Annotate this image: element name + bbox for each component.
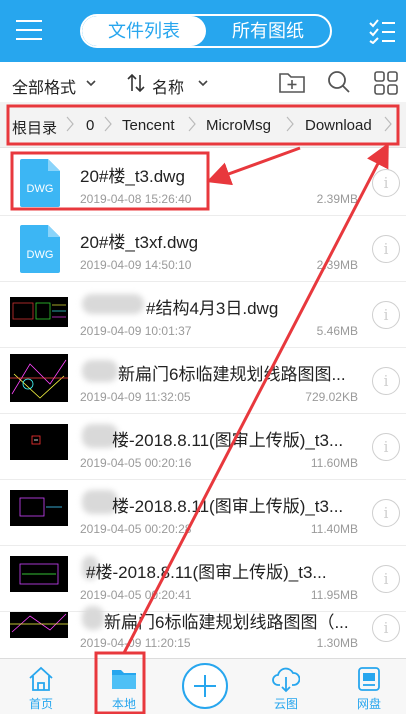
add-button[interactable]: [182, 663, 228, 709]
info-icon[interactable]: i: [372, 565, 400, 593]
file-date: 2019-04-05 00:20:16: [80, 456, 192, 470]
chevron-right-icon: [104, 116, 112, 132]
file-date: 2019-04-05 00:20:41: [80, 588, 192, 602]
file-name: 新扁门6标临建规划线路图图（...: [104, 613, 349, 632]
chevron-down-icon[interactable]: [86, 80, 96, 87]
file-date: 2019-04-05 00:20:28: [80, 522, 192, 536]
info-icon[interactable]: i: [372, 235, 400, 263]
breadcrumb-download[interactable]: Download: [305, 117, 372, 134]
file-name: 楼-2018.8.11(图审上传版)_t3...: [112, 431, 344, 450]
file-date: 2019-04-09 14:50:10: [80, 258, 192, 272]
file-row[interactable]: #楼-2018.8.11(图审上传版)_t3... 2019-04-05 00:…: [0, 546, 406, 612]
sort-by-label[interactable]: 名称: [152, 74, 184, 98]
chevron-right-icon: [188, 116, 196, 132]
file-size: 11.40MB: [310, 522, 358, 536]
file-row[interactable]: #结构4月3日.dwg 2019-04-09 10:01:37 5.46MB i: [0, 282, 406, 348]
file-name: #楼-2018.8.11(图审上传版)_t3...: [86, 563, 327, 582]
blurred-region: [82, 606, 104, 630]
file-row[interactable]: 新扁门6标临建规划线路图图（... 2019-04-09 11:20:15 1.…: [0, 606, 406, 658]
breadcrumb-micromsg[interactable]: MicroMsg: [206, 117, 271, 134]
nav-local[interactable]: 本地: [94, 659, 154, 714]
info-icon[interactable]: i: [372, 433, 400, 461]
search-icon[interactable]: [327, 70, 351, 94]
menu-icon[interactable]: [16, 20, 42, 42]
breadcrumb-root[interactable]: 根目录: [12, 117, 57, 138]
nav-label: 网盘: [356, 697, 381, 711]
file-size: 11.60MB: [310, 456, 358, 470]
nav-home[interactable]: 首页: [11, 659, 71, 714]
plus-icon: [194, 675, 216, 697]
nav-label: 首页: [28, 697, 53, 711]
file-size: 2.39MB: [316, 258, 358, 272]
cloud-icon: [272, 667, 300, 693]
file-name: 楼-2018.8.11(图审上传版)_t3...: [112, 497, 344, 516]
folder-icon: [112, 670, 136, 689]
info-icon[interactable]: i: [372, 367, 400, 395]
chevron-right-icon: [384, 116, 392, 132]
drawing-thumbnail: [10, 556, 68, 592]
dwg-label: DWG: [27, 183, 54, 195]
info-icon[interactable]: i: [372, 614, 400, 642]
info-icon[interactable]: i: [372, 301, 400, 329]
tab-file-list[interactable]: 文件列表: [82, 16, 206, 46]
file-size: 729.02KB: [305, 390, 358, 404]
chevron-right-icon: [66, 116, 74, 132]
drawing-thumbnail: [10, 297, 68, 327]
file-name: 20#楼_t3.dwg: [80, 167, 185, 186]
app-header: 文件列表 所有图纸: [0, 0, 406, 62]
nav-netdisk[interactable]: 网盘: [339, 659, 399, 714]
breadcrumb-tencent[interactable]: Tencent: [122, 117, 175, 134]
blurred-region: [82, 294, 144, 314]
file-size: 11.95MB: [310, 588, 358, 602]
home-icon: [29, 666, 53, 691]
drawing-thumbnail: [10, 354, 68, 402]
file-date: 2019-04-09 10:01:37: [80, 324, 192, 338]
dwg-label: DWG: [27, 249, 54, 261]
disk-icon: [358, 667, 380, 691]
nav-cloud-drawings[interactable]: 云图: [256, 659, 316, 714]
file-name: 新扁门6标临建规划线路图图...: [118, 365, 346, 384]
format-filter-label[interactable]: 全部格式: [12, 74, 76, 98]
breadcrumb-0[interactable]: 0: [86, 117, 94, 134]
drawing-thumbnail: [10, 424, 68, 460]
file-date: 2019-04-09 11:20:15: [80, 636, 191, 650]
file-name: #结构4月3日.dwg: [146, 299, 279, 318]
file-row[interactable]: DWG 20#楼_t3xf.dwg 2019-04-09 14:50:10 2.…: [0, 216, 406, 282]
new-folder-icon[interactable]: [278, 70, 306, 94]
dwg-file-icon: DWG: [20, 159, 60, 207]
file-date: 2019-04-08 15:26:40: [80, 192, 192, 206]
sort-icon[interactable]: [126, 73, 146, 93]
file-row[interactable]: 楼-2018.8.11(图审上传版)_t3... 2019-04-05 00:2…: [0, 414, 406, 480]
grid-view-icon[interactable]: [374, 71, 398, 95]
file-size: 5.46MB: [316, 324, 358, 338]
file-name: 20#楼_t3xf.dwg: [80, 233, 199, 252]
nav-label: 云图: [273, 697, 298, 711]
checklist-icon[interactable]: [368, 18, 396, 44]
file-size: 2.39MB: [316, 192, 358, 206]
chevron-down-icon[interactable]: [198, 80, 208, 87]
file-date: 2019-04-09 11:32:05: [80, 390, 191, 404]
toolbar: 全部格式 名称: [0, 62, 406, 102]
blurred-region: [82, 360, 118, 382]
file-row[interactable]: 新扁门6标临建规划线路图图... 2019-04-09 11:32:05 729…: [0, 348, 406, 414]
breadcrumb: 根目录 0 Tencent MicroMsg Download: [0, 102, 406, 148]
info-icon[interactable]: i: [372, 499, 400, 527]
drawing-thumbnail: [10, 612, 68, 638]
view-tabs: 文件列表 所有图纸: [80, 14, 332, 48]
tab-all-drawings[interactable]: 所有图纸: [206, 16, 330, 46]
file-size: 1.30MB: [316, 636, 358, 650]
file-row[interactable]: 楼-2018.8.11(图审上传版)_t3... 2019-04-05 00:2…: [0, 480, 406, 546]
dwg-file-icon: DWG: [20, 225, 60, 273]
info-icon[interactable]: i: [372, 169, 400, 197]
nav-label: 本地: [111, 697, 136, 711]
chevron-right-icon: [286, 116, 294, 132]
drawing-thumbnail: [10, 490, 68, 526]
bottom-nav: 首页 本地 云图 网盘: [0, 658, 406, 714]
file-row[interactable]: DWG 20#楼_t3.dwg 2019-04-08 15:26:40 2.39…: [0, 150, 406, 216]
